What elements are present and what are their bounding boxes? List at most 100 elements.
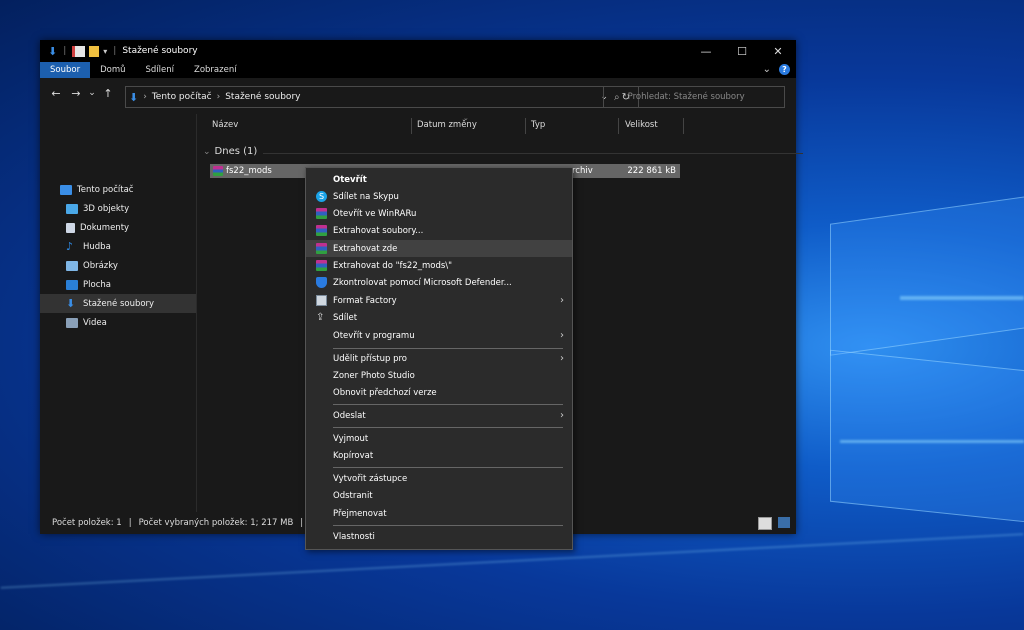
sidebar-item-pictures[interactable]: Obrázky	[40, 256, 196, 275]
menu-separator	[333, 427, 563, 428]
chevron-down-icon: ⌄	[203, 146, 211, 157]
menu-item-properties[interactable]: Vlastnosti	[306, 528, 572, 545]
menu-item-copy[interactable]: Kopírovat	[306, 447, 572, 464]
menu-item-share[interactable]: ⇪ Sdílet	[306, 309, 572, 326]
column-name[interactable]: Název	[212, 120, 238, 130]
sidebar-item-this-pc[interactable]: Tento počítač	[40, 180, 196, 199]
breadcrumb-sep: ›	[216, 92, 221, 102]
window-title: Stažené soubory	[122, 46, 198, 56]
title-bar: ⬇ | ▾ | Stažené soubory — ☐ ✕	[40, 40, 796, 62]
file-type: rchiv	[572, 166, 593, 176]
help-icon[interactable]: ?	[779, 64, 790, 75]
menu-item-scan-defender[interactable]: Zkontrolovat pomocí Microsoft Defender..…	[306, 274, 572, 291]
menu-item-zoner-photo-studio[interactable]: Zoner Photo Studio	[306, 367, 572, 384]
menu-item-restore-versions[interactable]: Obnovit předchozí verze	[306, 384, 572, 401]
downloads-icon: ⬇	[129, 90, 139, 104]
submenu-arrow-icon: ›	[560, 353, 564, 364]
tab-zobrazeni[interactable]: Zobrazení	[184, 62, 247, 78]
menu-item-cut[interactable]: Vyjmout	[306, 430, 572, 447]
wallpaper-beam	[900, 296, 1024, 300]
menu-item-open-winrar[interactable]: Otevřít ve WinRARu	[306, 205, 572, 222]
breadcrumb-sep: ›	[143, 92, 147, 102]
close-button[interactable]: ✕	[760, 40, 796, 62]
window-controls: — ☐ ✕	[688, 40, 796, 62]
search-placeholder: Prohledat: Stažené soubory	[627, 92, 745, 102]
submenu-arrow-icon: ›	[560, 295, 564, 306]
menu-item-create-shortcut[interactable]: Vytvořit zástupce	[306, 470, 572, 487]
wallpaper-beam	[840, 440, 1024, 443]
menu-item-extract-to-folder[interactable]: Extrahovat do "fs22_mods\"	[306, 257, 572, 274]
forward-button[interactable]: →	[66, 87, 86, 100]
selected-count: Počet vybraných položek: 1; 217 MB	[138, 518, 294, 528]
back-button[interactable]: ←	[46, 87, 66, 100]
menu-separator	[333, 348, 563, 349]
sidebar-item-desktop[interactable]: Plocha	[40, 275, 196, 294]
address-bar[interactable]: ⬇ › Tento počítač › Stažené soubory ⌄ ↻	[125, 86, 639, 108]
menu-item-open[interactable]: Otevřít	[306, 171, 572, 188]
maximize-button[interactable]: ☐	[724, 40, 760, 62]
format-factory-icon	[316, 295, 327, 306]
documents-icon	[66, 222, 75, 233]
details-view-button[interactable]	[758, 517, 772, 530]
menu-item-extract-here[interactable]: Extrahovat zde	[306, 240, 572, 257]
sidebar-item-videos[interactable]: Videa	[40, 313, 196, 332]
skype-icon: S	[316, 191, 327, 202]
menu-item-share-skype[interactable]: S Sdílet na Skypu	[306, 188, 572, 205]
sidebar-item-documents[interactable]: Dokumenty	[40, 218, 196, 237]
menu-separator	[333, 404, 563, 405]
ribbon-tabs: Soubor Domů Sdílení Zobrazení ⌄ ?	[40, 62, 796, 78]
search-icon: ⌕	[614, 91, 620, 103]
menu-separator	[333, 467, 563, 468]
menu-item-extract-files[interactable]: Extrahovat soubory...	[306, 222, 572, 239]
submenu-arrow-icon: ›	[560, 330, 564, 341]
menu-item-open-with[interactable]: Otevřít v programu ›	[306, 327, 572, 344]
winrar-icon	[316, 243, 327, 254]
tab-soubor[interactable]: Soubor	[40, 62, 91, 78]
winrar-icon	[316, 225, 327, 236]
customize-toolbar-icon[interactable]: ▾	[103, 47, 107, 56]
winrar-icon	[316, 260, 327, 271]
expand-ribbon-icon[interactable]: ⌄	[763, 64, 771, 75]
winrar-icon	[316, 208, 327, 219]
search-input[interactable]: ⌕ Prohledat: Stažené soubory	[603, 86, 785, 108]
tab-sdileni[interactable]: Sdílení	[136, 62, 185, 78]
3d-objects-icon	[66, 203, 78, 214]
file-size: 222 861 kB	[627, 166, 676, 176]
breadcrumb-downloads[interactable]: Stažené soubory	[225, 92, 300, 102]
music-icon: ♪	[66, 240, 74, 253]
column-date-modified[interactable]: Datum změny	[417, 120, 477, 130]
downloads-icon: ⬇	[66, 297, 76, 310]
group-header-today[interactable]: ⌄ Dnes (1)	[203, 146, 803, 157]
large-icons-view-button[interactable]	[778, 517, 790, 528]
breadcrumb-this-pc[interactable]: Tento počítač	[152, 92, 212, 102]
item-count: Počet položek: 1	[52, 518, 122, 528]
menu-item-rename[interactable]: Přejmenovat	[306, 505, 572, 522]
downloads-icon: ⬇	[48, 44, 58, 58]
menu-item-delete[interactable]: Odstranit	[306, 487, 572, 504]
winrar-archive-icon	[213, 166, 223, 176]
recent-locations-button[interactable]: ⌄	[86, 88, 98, 98]
column-type[interactable]: Typ	[531, 120, 545, 130]
new-folder-icon[interactable]	[89, 45, 100, 57]
menu-separator	[333, 525, 563, 526]
properties-icon[interactable]	[72, 45, 86, 57]
context-menu: Otevřít S Sdílet na Skypu Otevřít ve Win…	[305, 167, 573, 550]
wallpaper-pane	[830, 196, 1024, 356]
submenu-arrow-icon: ›	[560, 410, 564, 421]
share-icon: ⇪	[316, 312, 325, 323]
computer-icon	[60, 184, 72, 195]
navigation-pane: Tento počítač 3D objekty Dokumenty ♪ Hud…	[40, 114, 197, 512]
minimize-button[interactable]: —	[688, 40, 724, 62]
column-size[interactable]: Velikost	[625, 120, 658, 130]
menu-item-format-factory[interactable]: Format Factory ›	[306, 292, 572, 309]
defender-icon	[316, 277, 327, 288]
sidebar-item-3d-objects[interactable]: 3D objekty	[40, 199, 196, 218]
videos-icon	[66, 317, 78, 328]
menu-item-give-access[interactable]: Udělit přístup pro ›	[306, 350, 572, 367]
tab-domu[interactable]: Domů	[90, 62, 135, 78]
sidebar-item-music[interactable]: ♪ Hudba	[40, 237, 196, 256]
up-button[interactable]: ↑	[98, 87, 118, 100]
menu-item-send-to[interactable]: Odeslat ›	[306, 407, 572, 424]
wallpaper-pane	[830, 349, 1024, 523]
sidebar-item-downloads[interactable]: ⬇ Stažené soubory	[40, 294, 196, 313]
